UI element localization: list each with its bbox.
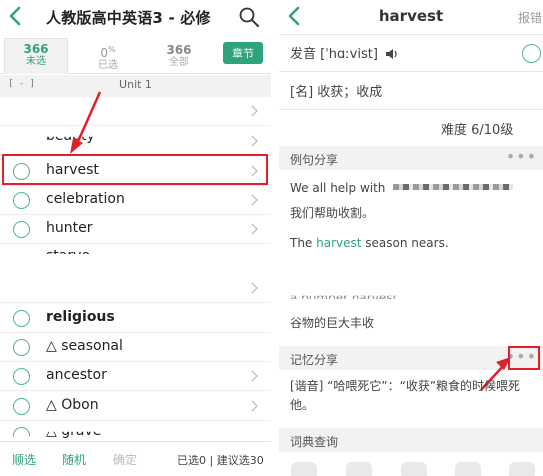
- search-icon[interactable]: [238, 6, 260, 28]
- left-header: 人教版高中英语3 - 必修: [0, 0, 271, 34]
- chevron-right-icon: [251, 135, 258, 147]
- dictionary-icon[interactable]: [346, 462, 372, 476]
- word-title: harvest: [378, 7, 444, 25]
- dictionary-icon[interactable]: [401, 462, 427, 476]
- word-text: hunter: [46, 220, 93, 236]
- word-meaning: [名] 收获；收成: [290, 85, 383, 100]
- book-title: 人教版高中英语3 - 必修: [46, 9, 211, 27]
- memory-tip: [谐音] “哈喂死它”：“收获”粮食的时候喂死他。: [290, 379, 521, 412]
- section-examples: 例句分享 •••: [279, 146, 543, 170]
- list-item[interactable]: beauty: [0, 127, 271, 156]
- word-text: △ seasonal: [46, 338, 123, 354]
- tab-all[interactable]: 366 全部: [147, 40, 211, 72]
- unit-title: Unit 1: [119, 78, 152, 91]
- chevron-right-icon: [251, 223, 258, 235]
- list-item[interactable]: △ grave: [0, 421, 271, 441]
- select-circle[interactable]: [13, 310, 30, 327]
- word-text: ancestor: [46, 367, 107, 383]
- list-item[interactable]: hunter: [0, 215, 271, 244]
- chevron-right-icon: [251, 400, 258, 412]
- chevron-right-icon: [251, 282, 258, 294]
- example-sentence-2: The harvest season nears.: [290, 236, 449, 250]
- random-button[interactable]: 随机: [62, 451, 86, 468]
- chevron-right-icon: [251, 370, 258, 382]
- blurred-text: [393, 184, 514, 190]
- red-arrow-icon: [70, 91, 102, 154]
- chevron-right-icon: [251, 105, 258, 117]
- word-text: △ Obon: [46, 397, 99, 413]
- list-item[interactable]: religious: [0, 304, 271, 333]
- word-text: religious: [46, 309, 115, 325]
- list-item[interactable]: ancestor: [0, 362, 271, 391]
- tab-unselected[interactable]: 366 未选: [4, 38, 68, 74]
- footer-bar: 顺选 随机 确定 已选0 | 建议选30: [0, 441, 271, 476]
- speaker-icon[interactable]: [385, 48, 398, 60]
- example-sentence-en: We all help with: [290, 181, 514, 195]
- dictionary-icon[interactable]: [509, 462, 535, 476]
- word-text: △ grave: [46, 423, 102, 439]
- invert-select-button[interactable]: 顺选: [12, 451, 36, 468]
- chapter-button[interactable]: 章节: [223, 42, 263, 64]
- example-fragment: a bumper harvest: [290, 291, 398, 305]
- pronunciation: 发音 [ˈhɑːvist]: [290, 43, 398, 62]
- chevron-right-icon: [251, 194, 258, 206]
- list-item[interactable]: starve: [0, 244, 271, 255]
- back-arrow-icon[interactable]: [4, 4, 28, 28]
- word-list-panel: 人教版高中英语3 - 必修 366 未选 0% 已选 366 全部 章节 [ -…: [0, 0, 271, 476]
- list-item[interactable]: celebration: [0, 186, 271, 215]
- dictionary-icons: [279, 462, 543, 476]
- list-item[interactable]: [0, 274, 271, 303]
- select-circle[interactable]: [522, 44, 541, 63]
- right-header: harvest 报错: [279, 0, 543, 34]
- selection-status: 已选0 | 建议选30: [177, 454, 264, 467]
- example-sentence-zh: 我们帮助收割。: [290, 206, 375, 220]
- list-item[interactable]: △ seasonal: [0, 333, 271, 362]
- word-text: celebration: [46, 191, 125, 207]
- section-dictionary: 词典查询: [279, 428, 543, 452]
- more-icon[interactable]: •••: [506, 147, 537, 166]
- select-circle[interactable]: [13, 221, 30, 238]
- difficulty-level: 难度 6/10级: [441, 123, 514, 138]
- select-circle[interactable]: [13, 192, 30, 209]
- dictionary-icon[interactable]: [455, 462, 481, 476]
- report-error-button[interactable]: 报错: [518, 9, 542, 26]
- list-item[interactable]: [0, 97, 271, 126]
- harvest-highlight-box: [2, 154, 268, 185]
- select-circle[interactable]: [13, 339, 30, 356]
- confirm-button[interactable]: 确定: [113, 451, 137, 468]
- word-detail-panel: harvest 报错 发音 [ˈhɑːvist] [名] 收获；收成 难度 6/…: [279, 0, 543, 476]
- select-circle[interactable]: [13, 398, 30, 415]
- unit-header[interactable]: [ - ] Unit 1: [0, 75, 271, 97]
- dictionary-icon[interactable]: [291, 462, 317, 476]
- example-sentence-3-zh: 谷物的巨大丰收: [290, 316, 375, 330]
- list-item[interactable]: △ Obon: [0, 392, 271, 421]
- tab-selected[interactable]: 0% 已选: [76, 40, 140, 72]
- select-circle[interactable]: [13, 368, 30, 385]
